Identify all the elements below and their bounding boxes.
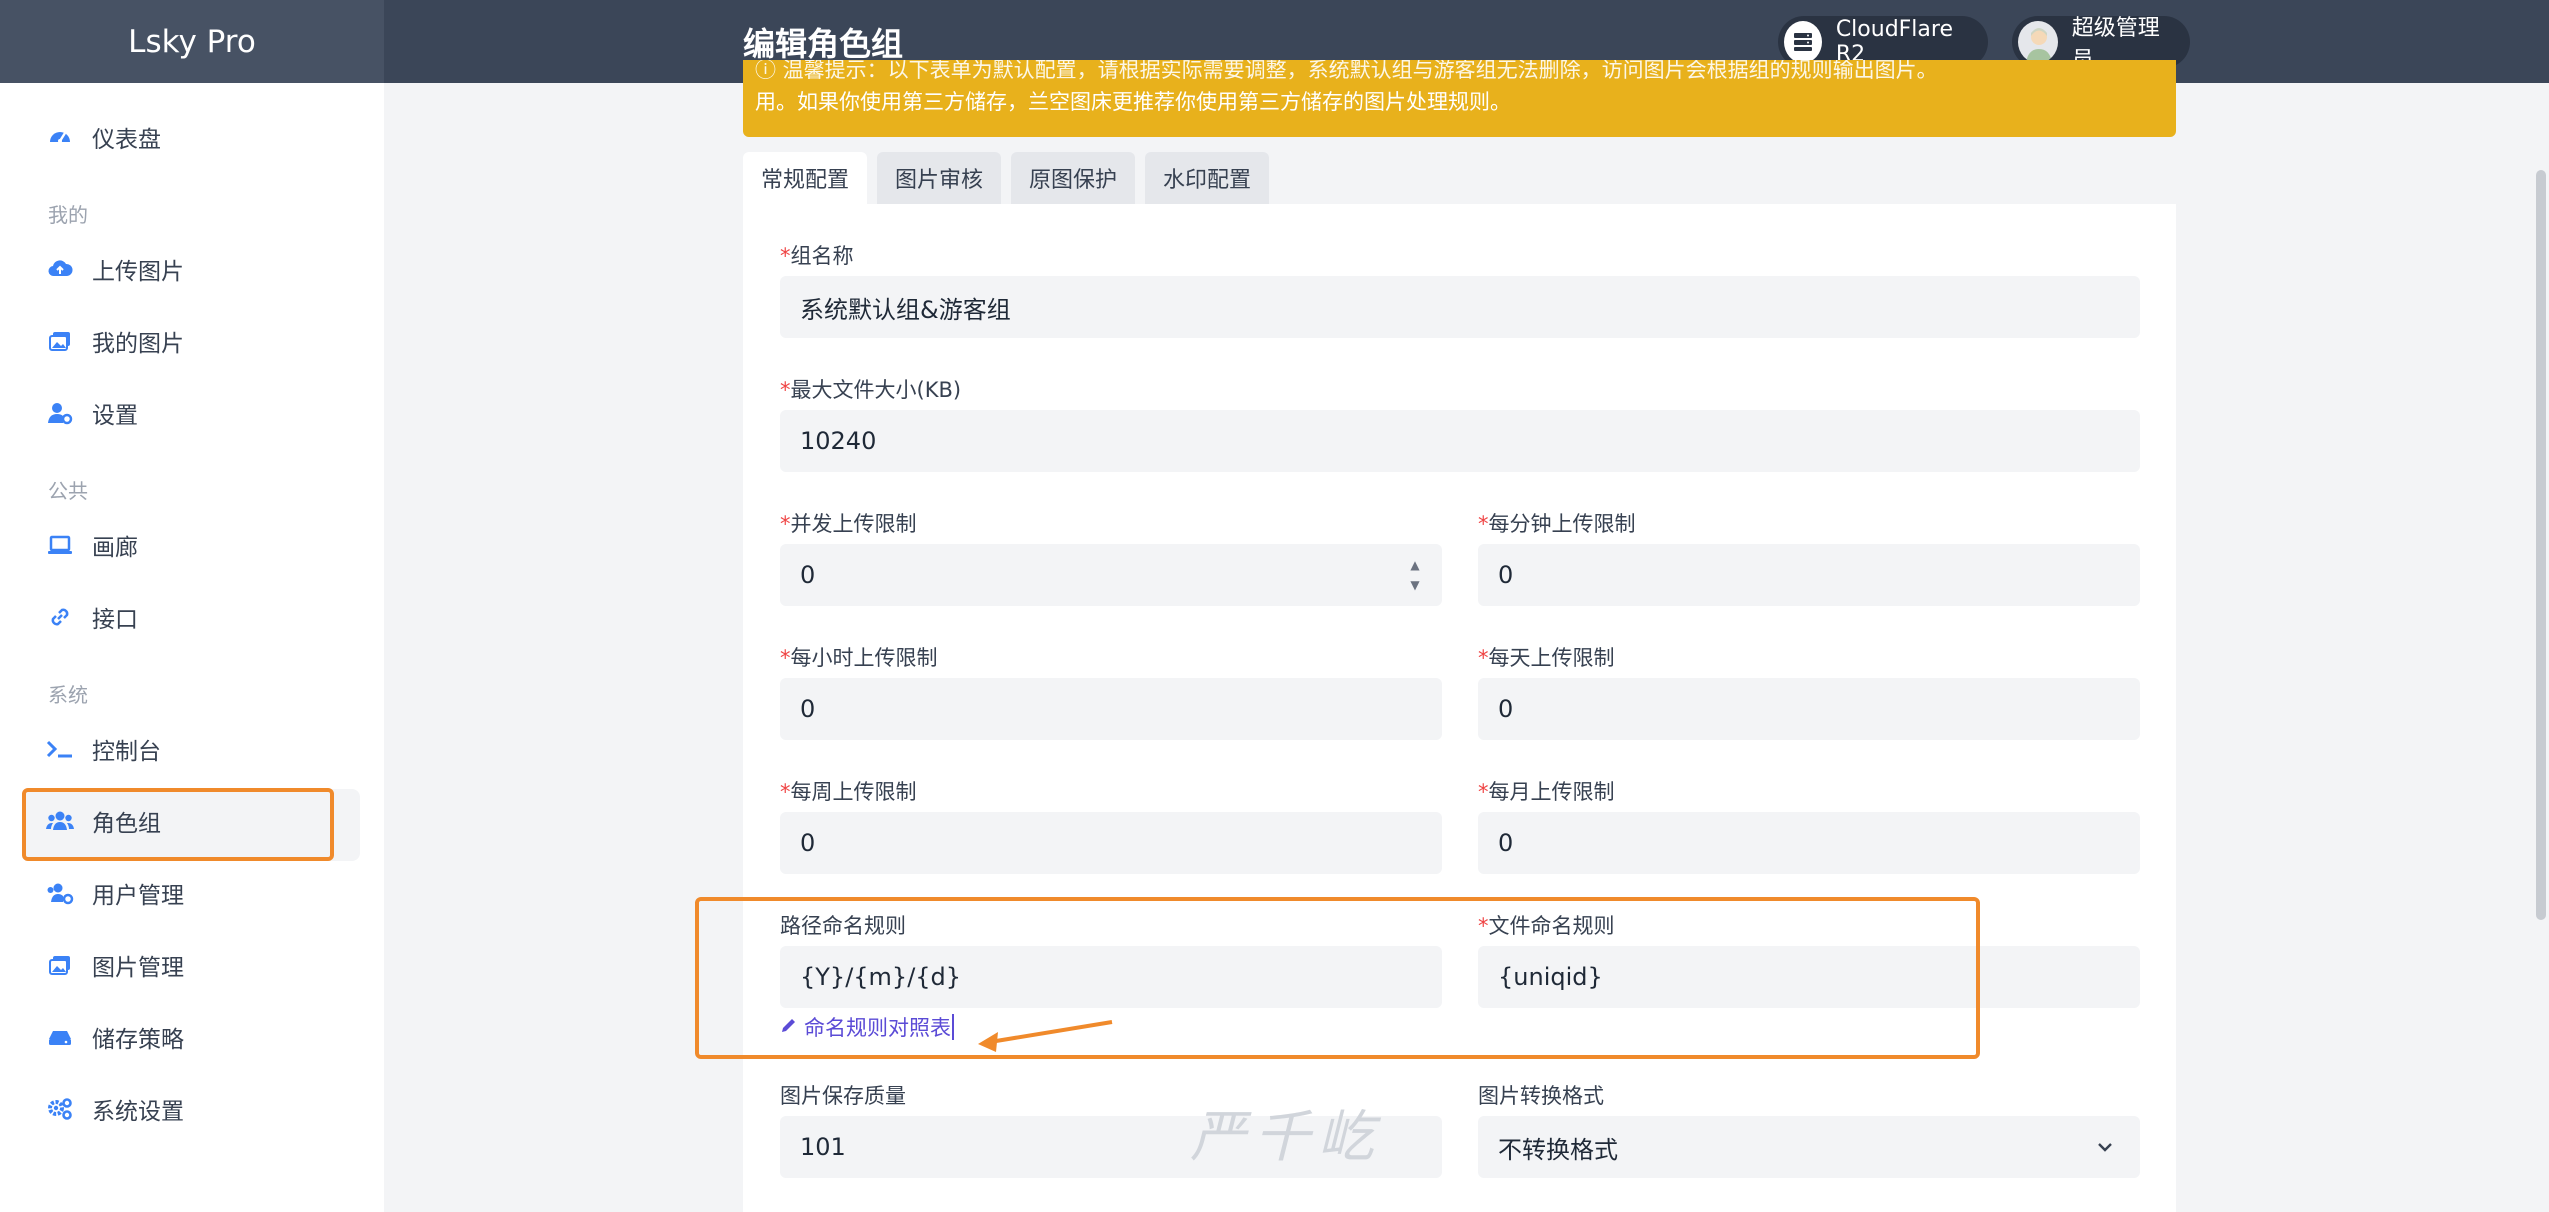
avatar [2018, 21, 2058, 63]
terminal-icon [46, 735, 74, 763]
group-name-label: *组名称 [780, 244, 854, 268]
image-quality-label: 图片保存质量 [780, 1084, 906, 1108]
alert-line-2: 用。如果你使用第三方储存，兰空图床更推荐你使用第三方储存的图片处理规则。 [755, 90, 1511, 114]
concurrent-limit-label: *并发上传限制 [780, 512, 917, 536]
watermark-text: 严千屹 [1190, 1105, 1382, 1170]
info-alert: ⓘ 温馨提示：以下表单为默认配置，请根据实际需要调整，系统默认组与游客组无法删除… [743, 60, 2176, 137]
group-name-input[interactable]: 系统默认组&游客组 [780, 276, 2140, 338]
per-day-limit-input[interactable]: 0 [1478, 678, 2140, 740]
tab-general[interactable]: 常规配置 [743, 152, 868, 204]
tab-bar: 常规配置 图片审核 原图保护 水印配置 [743, 152, 1270, 204]
sidebar-item-label: 控制台 [92, 739, 161, 765]
per-month-limit-input[interactable]: 0 [1478, 812, 2140, 874]
annotation-arrow-icon [978, 1020, 1113, 1052]
sidebar-item-label: 画廊 [92, 535, 138, 561]
sidebar-item-system-settings[interactable]: 系统设置 [46, 1089, 184, 1129]
convert-format-select[interactable]: 不转换格式 [1478, 1116, 2140, 1178]
sidebar-item-storage-strategy[interactable]: 储存策略 [46, 1017, 184, 1057]
per-week-limit-input[interactable]: 0 [780, 812, 1442, 874]
per-month-limit-label: *每月上传限制 [1478, 780, 1615, 804]
sidebar-item-settings[interactable]: 设置 [46, 393, 138, 433]
cogs-icon [46, 1095, 74, 1123]
sidebar-item-label: 储存策略 [92, 1027, 184, 1053]
number-stepper[interactable]: ▲ ▼ [1408, 558, 1422, 592]
sidebar-item-api[interactable]: 接口 [46, 597, 138, 637]
required-mark: * [780, 646, 791, 670]
sidebar-item-label: 系统设置 [92, 1099, 184, 1125]
required-mark: * [1478, 646, 1489, 670]
tab-watermark[interactable]: 水印配置 [1145, 152, 1270, 204]
per-minute-limit-input[interactable]: 0 [1478, 544, 2140, 606]
sidebar-item-label: 上传图片 [92, 259, 184, 285]
tab-image-review[interactable]: 图片审核 [877, 152, 1002, 204]
required-mark: * [1478, 780, 1489, 804]
per-week-limit-label: *每周上传限制 [780, 780, 917, 804]
dashboard-icon [46, 123, 74, 151]
sidebar-item-dashboard[interactable]: 仪表盘 [46, 117, 161, 157]
hdd-icon [46, 1023, 74, 1051]
scrollbar-thumb[interactable] [2536, 170, 2546, 920]
sidebar: 仪表盘 我的 上传图片 我的图片 设置 公共 画廊 接口 系统 控制台 角色组 … [0, 83, 384, 1212]
required-mark: * [1478, 512, 1489, 536]
sidebar-item-label: 图片管理 [92, 955, 184, 981]
link-icon [46, 603, 74, 631]
server-icon [1784, 21, 1822, 63]
sidebar-item-label: 用户管理 [92, 883, 184, 909]
required-mark: * [780, 512, 791, 536]
max-file-size-input[interactable]: 10240 [780, 410, 2140, 472]
images-icon [46, 951, 74, 979]
cloud-upload-icon [46, 255, 74, 283]
highlight-box-role-groups [22, 788, 334, 861]
sidebar-item-my-images[interactable]: 我的图片 [46, 321, 184, 361]
per-day-limit-label: *每天上传限制 [1478, 646, 1615, 670]
tab-original-protection[interactable]: 原图保护 [1011, 152, 1136, 204]
sidebar-item-upload[interactable]: 上传图片 [46, 249, 184, 289]
brand-logo[interactable]: Lsky Pro [0, 0, 384, 83]
users-cog-icon [46, 879, 74, 907]
stepper-up-icon[interactable]: ▲ [1410, 558, 1419, 572]
concurrent-limit-input[interactable]: 0 ▲ ▼ [780, 544, 1442, 606]
sidebar-item-gallery[interactable]: 画廊 [46, 525, 138, 565]
sidebar-item-console[interactable]: 控制台 [46, 729, 161, 769]
sidebar-section-public: 公共 [48, 479, 88, 503]
user-cog-icon [46, 399, 74, 427]
images-icon [46, 327, 74, 355]
convert-format-value: 不转换格式 [1498, 1135, 1618, 1164]
sidebar-item-user-management[interactable]: 用户管理 [46, 873, 184, 913]
concurrent-limit-value: 0 [800, 561, 816, 589]
sidebar-section-system: 系统 [48, 683, 88, 707]
required-mark: * [780, 244, 791, 268]
sidebar-item-image-management[interactable]: 图片管理 [46, 945, 184, 985]
stepper-down-icon[interactable]: ▼ [1410, 578, 1419, 592]
chevron-down-icon [2094, 1136, 2116, 1164]
alert-line-1: ⓘ 温馨提示：以下表单为默认配置，请根据实际需要调整，系统默认组与游客组无法删除… [755, 60, 1938, 82]
per-hour-limit-label: *每小时上传限制 [780, 646, 938, 670]
sidebar-item-label: 设置 [92, 403, 138, 429]
sidebar-item-label: 仪表盘 [92, 127, 161, 153]
sidebar-section-mine: 我的 [48, 203, 88, 227]
required-mark: * [780, 378, 791, 402]
per-hour-limit-input[interactable]: 0 [780, 678, 1442, 740]
laptop-icon [46, 531, 74, 559]
sidebar-item-label: 接口 [92, 607, 138, 633]
per-minute-limit-label: *每分钟上传限制 [1478, 512, 1636, 536]
sidebar-item-label: 我的图片 [92, 331, 184, 357]
required-mark: * [780, 780, 791, 804]
highlight-box-naming-rules [695, 897, 1980, 1059]
max-file-size-label: *最大文件大小(KB) [780, 378, 962, 402]
convert-format-label: 图片转换格式 [1478, 1084, 1604, 1108]
